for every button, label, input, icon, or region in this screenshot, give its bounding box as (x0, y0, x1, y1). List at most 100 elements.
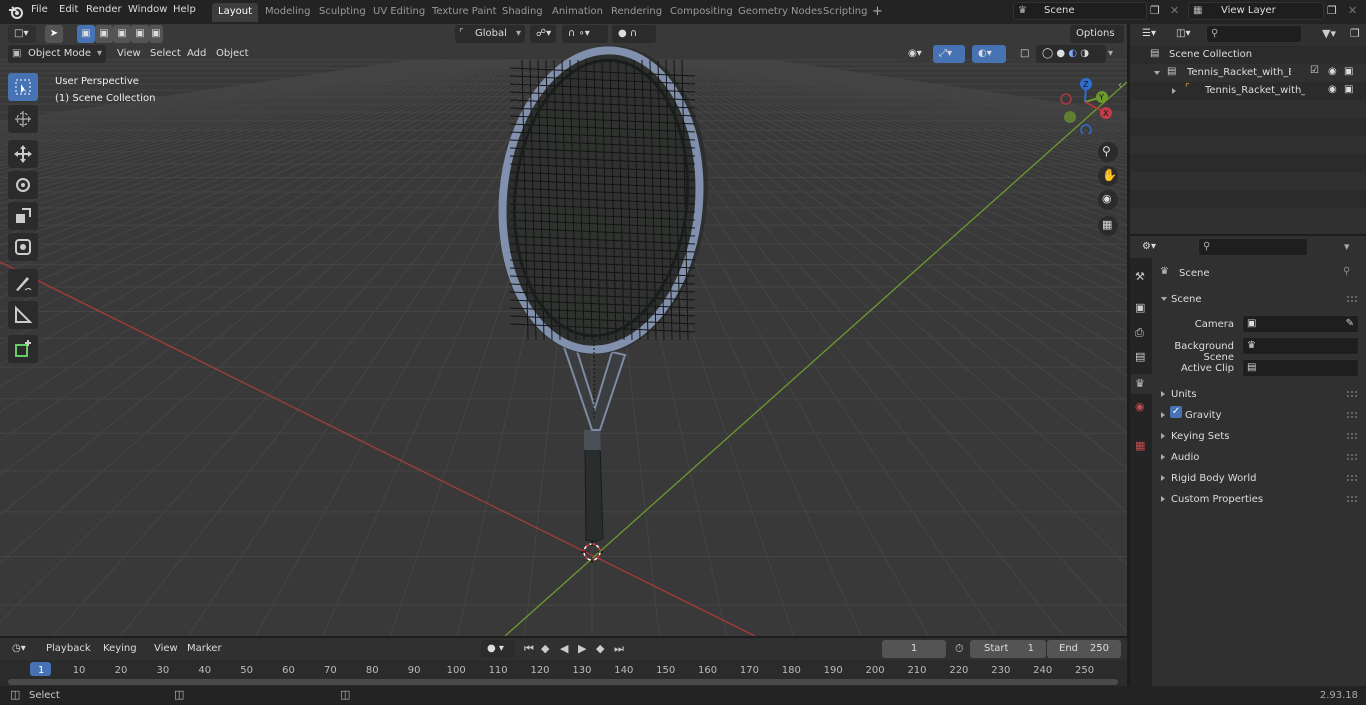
outliner-row-collection[interactable]: ▤ Tennis_Racket_with_Blue_Fra ☑ ◉ ▣ (1130, 64, 1366, 82)
overlays-toggle[interactable]: ◐▾ (972, 45, 1006, 63)
transform-tool[interactable] (8, 233, 38, 261)
eyedropper-icon[interactable]: ✎ (1346, 318, 1354, 329)
gravity-drag-handle-icon[interactable] (1347, 412, 1357, 418)
play-icon[interactable]: ▶ (578, 642, 586, 655)
new-view-layer-icon[interactable]: ❐ (1327, 4, 1337, 17)
drag-handle-icon[interactable] (1347, 296, 1357, 302)
select-extend-button[interactable]: ▣ (95, 25, 113, 43)
stopwatch-icon[interactable]: ⏱ (955, 642, 964, 656)
mode-dropdown[interactable]: ▣ Object Mode ▾ (8, 45, 106, 63)
output-tab-icon[interactable]: ⎙ (1135, 326, 1144, 340)
play-reverse-icon[interactable]: ◀ (560, 642, 568, 655)
current-frame-field[interactable]: 1 (882, 640, 946, 658)
gizmo-toggle[interactable]: ⤢▾ (933, 45, 965, 63)
outliner-row-object[interactable]: ⌜ Tennis_Racket_with_Blue ◉ ▣ (1130, 82, 1366, 100)
timeline-editor-type-button[interactable]: ◷▾ (6, 640, 34, 658)
menu-help[interactable]: Help (173, 4, 196, 15)
jump-end-icon[interactable]: ⏭ (614, 642, 624, 656)
tab-animation[interactable]: Animation (546, 3, 609, 22)
tab-scripting[interactable]: Scripting (817, 3, 873, 22)
visibility-eye-icon[interactable]: ◉ (1328, 66, 1337, 77)
snap-toggle[interactable]: ∩ ∘▾ (562, 25, 608, 43)
units-drag-handle-icon[interactable] (1347, 391, 1357, 397)
audio-panel[interactable]: Audio (1153, 447, 1363, 467)
menu-add[interactable]: Add (187, 48, 206, 59)
audio-drag-handle-icon[interactable] (1347, 454, 1357, 460)
keying-sets-drag-handle-icon[interactable] (1347, 433, 1357, 439)
xray-toggle[interactable]: □ (1014, 45, 1032, 63)
camera-field[interactable]: ▣ ✎ (1242, 315, 1359, 333)
delete-scene-icon[interactable]: ✕ (1170, 4, 1179, 17)
tab-rendering[interactable]: Rendering (605, 3, 668, 22)
wireframe-shading-icon[interactable]: ◯ (1042, 48, 1053, 59)
display-mode-dropdown[interactable]: ◫▾ (1170, 25, 1198, 43)
select-intersect-button[interactable]: ▣ (149, 25, 163, 43)
select-subtract-button[interactable]: ▣ (113, 25, 131, 43)
outliner-row-root[interactable]: ▤ Scene Collection (1130, 46, 1366, 64)
rendered-shading-icon[interactable]: ◑ (1080, 48, 1089, 59)
transform-orientation-dropdown[interactable]: ⌜ Global ▾ (455, 25, 525, 43)
properties-search-input[interactable]: ⚲ (1198, 238, 1308, 256)
playback-menu[interactable]: Playback ▾ (40, 640, 96, 672)
shading-modes[interactable]: ◯ ● ◐ ◑ (1036, 45, 1106, 63)
tab-layout[interactable]: Layout (212, 3, 258, 22)
expand-down-icon[interactable] (1154, 71, 1160, 75)
pin-icon[interactable]: ⚲ (1343, 266, 1350, 277)
rigid-body-drag-handle-icon[interactable] (1347, 475, 1357, 481)
menu-window[interactable]: Window (128, 4, 167, 15)
tab-geometry-nodes[interactable]: Geometry Nodes (732, 3, 828, 22)
3d-viewport[interactable]: User Perspective (1) Scene Collection Z (0, 44, 1127, 636)
timeline-menu-view[interactable]: View (154, 643, 178, 654)
move-tool[interactable] (8, 140, 38, 168)
editor-type-button[interactable]: □▾ (8, 25, 36, 43)
new-collection-icon[interactable]: ❐ (1350, 27, 1360, 40)
add-cube-tool[interactable] (8, 335, 38, 363)
tab-modeling[interactable]: Modeling (259, 3, 317, 22)
tweak-mode-button[interactable]: ➤ (45, 25, 63, 43)
view-layer-tab-icon[interactable]: ▤ (1135, 350, 1145, 363)
world-tab-icon[interactable]: ◉ (1135, 400, 1145, 413)
menu-edit[interactable]: Edit (59, 4, 78, 15)
pan-button[interactable]: ✋ (1098, 166, 1118, 186)
pivot-dropdown[interactable]: ☍▾ (530, 25, 556, 43)
render-camera-icon[interactable]: ▣ (1344, 66, 1353, 77)
next-keyframe-icon[interactable]: ◆ (596, 642, 604, 655)
new-scene-icon[interactable]: ❐ (1150, 4, 1160, 17)
keying-menu[interactable]: Keying ▾ (97, 640, 145, 672)
auto-keying-toggle[interactable]: ● ▾ (481, 640, 515, 658)
proportional-edit-toggle[interactable]: ● ∩ (612, 25, 656, 43)
options-dropdown[interactable]: Options ▾ (1070, 25, 1124, 57)
tab-sculpting[interactable]: Sculpting (313, 3, 372, 22)
shading-options-icon[interactable]: ▾ (1108, 48, 1113, 59)
menu-view[interactable]: View (117, 48, 141, 59)
properties-options-icon[interactable]: ▾ (1344, 240, 1350, 253)
view-layer-selector[interactable]: ▦ View Layer (1188, 2, 1324, 20)
render-tab-icon[interactable]: ▣ (1135, 301, 1145, 314)
properties-editor-type-button[interactable]: ⚙▾ (1136, 238, 1164, 256)
filter-icon[interactable]: ▼▾ (1322, 27, 1336, 40)
exclude-checkbox-icon[interactable]: ☑ (1310, 65, 1319, 76)
scene-section-header[interactable]: Scene (1153, 289, 1363, 309)
background-scene-field[interactable]: ♛ (1242, 337, 1359, 355)
tab-shading[interactable]: Shading (496, 3, 549, 22)
solid-shading-icon[interactable]: ● (1056, 48, 1065, 59)
navigation-gizmo[interactable]: Z Y X (1055, 74, 1115, 134)
outliner-editor-type-button[interactable]: ☰▾ (1136, 25, 1164, 43)
timeline-menu-marker[interactable]: Marker (187, 643, 222, 654)
custom-properties-panel[interactable]: Custom Properties (1153, 489, 1363, 509)
select-box-tool[interactable] (8, 73, 38, 101)
rigid-body-world-panel[interactable]: Rigid Body World (1153, 468, 1363, 488)
prev-keyframe-icon[interactable]: ◆ (541, 642, 549, 655)
annotate-tool[interactable] (8, 269, 38, 297)
gravity-checkbox[interactable]: ✓ (1170, 406, 1182, 418)
visibility-dropdown[interactable]: ◉▾ (902, 45, 930, 63)
custom-properties-drag-handle-icon[interactable] (1347, 496, 1357, 502)
tab-texture-paint[interactable]: Texture Paint (426, 3, 503, 22)
active-clip-field[interactable]: ▤ (1242, 359, 1359, 377)
material-shading-icon[interactable]: ◐ (1068, 48, 1077, 59)
rotate-tool[interactable] (8, 171, 38, 199)
gravity-panel[interactable]: ✓ Gravity (1153, 405, 1363, 425)
keying-sets-panel[interactable]: Keying Sets (1153, 426, 1363, 446)
tool-tab-icon[interactable]: ⚒ (1135, 270, 1145, 283)
outliner-search-input[interactable]: ⚲ (1206, 25, 1302, 43)
